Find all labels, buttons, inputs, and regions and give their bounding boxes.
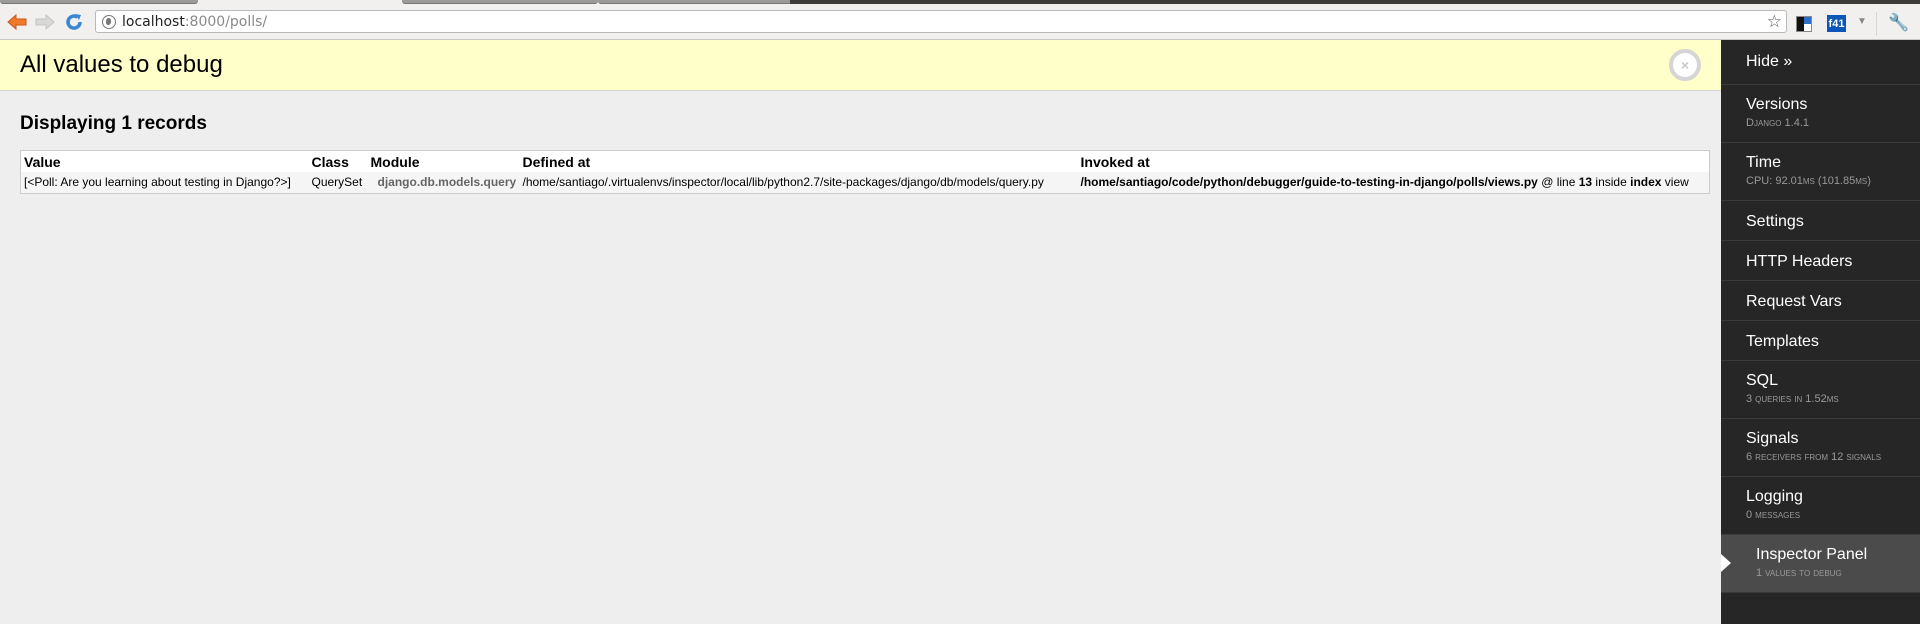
cell-value: [<Poll: Are you learning about testing i… [20, 172, 309, 194]
table-header-row: Value Class Module Defined at Invoked at [20, 150, 1710, 172]
column-header-module: Module [367, 150, 520, 172]
column-header-class: Class [308, 150, 368, 172]
sidebar-item-label: HTTP Headers [1746, 253, 1853, 270]
hide-label: Hide » [1746, 53, 1793, 70]
column-header-defined-at: Defined at [519, 150, 1078, 172]
sidebar-item-request-vars[interactable]: Request Vars [1721, 281, 1920, 321]
debug-values-table: Value Class Module Defined at Invoked at… [20, 150, 1710, 194]
cell-defined-at: /home/santiago/.virtualenvs/inspector/lo… [519, 172, 1078, 194]
extension-icon[interactable] [1796, 16, 1812, 32]
f41-extension-icon[interactable]: f41 [1827, 15, 1846, 32]
column-header-invoked-at: Invoked at [1077, 150, 1710, 172]
sidebar-item-signals[interactable]: Signals 6 receivers from 12 signals [1721, 419, 1920, 477]
sidebar-item-subtitle: 6 receivers from 12 signals [1746, 451, 1882, 463]
records-count-heading: Displaying 1 records [20, 113, 207, 134]
bookmark-star-icon[interactable]: ☆ [1767, 12, 1782, 32]
chevron-down-icon[interactable]: ▼ [1857, 16, 1867, 27]
debug-toolbar-sidebar: Hide » Versions Django 1.4.1 Time CPU: 9… [1721, 40, 1920, 624]
sidebar-item-versions[interactable]: Versions Django 1.4.1 [1721, 85, 1920, 143]
hide-toolbar-button[interactable]: Hide » [1721, 40, 1920, 85]
panel-title: All values to debug [20, 51, 223, 78]
sidebar-item-logging[interactable]: Logging 0 messages [1721, 477, 1920, 535]
toolbar-divider [1876, 12, 1877, 36]
sidebar-item-subtitle: 1 values to debug [1756, 567, 1842, 579]
page-content: All values to debug × Displaying 1 recor… [0, 40, 1721, 624]
cell-module: django.db.models.query [367, 172, 520, 194]
column-header-value: Value [20, 150, 309, 172]
url-host: localhost [122, 13, 185, 30]
invoked-view-text: view [1661, 175, 1689, 189]
browser-toolbar: localhost:8000/polls/ ☆ f41 ▼ 🔧 [0, 4, 1920, 40]
sidebar-item-subtitle: 3 queries in 1.52ms [1746, 393, 1839, 405]
sidebar-item-settings[interactable]: Settings [1721, 201, 1920, 241]
sidebar-item-subtitle: Django 1.4.1 [1746, 117, 1810, 129]
invoked-path: /home/santiago/code/python/debugger/guid… [1080, 175, 1538, 189]
reload-button[interactable] [63, 11, 85, 33]
sidebar-item-label: Request Vars [1746, 293, 1842, 310]
sidebar-item-inspector-panel[interactable]: Inspector Panel 1 values to debug [1721, 535, 1920, 593]
sidebar-item-label: Versions [1746, 96, 1808, 113]
sidebar-item-subtitle: CPU: 92.01ms (101.85ms) [1746, 175, 1871, 187]
sidebar-item-time[interactable]: Time CPU: 92.01ms (101.85ms) [1721, 143, 1920, 201]
globe-icon [102, 14, 116, 29]
extension-label: f41 [1828, 17, 1845, 30]
forward-arrow-icon [35, 14, 55, 30]
invoked-at-text: @ line [1537, 175, 1579, 189]
sidebar-item-label: SQL [1746, 372, 1779, 389]
sidebar-item-http-headers[interactable]: HTTP Headers [1721, 241, 1920, 281]
sidebar-item-sql[interactable]: SQL 3 queries in 1.52ms [1721, 361, 1920, 419]
invoked-view: index [1630, 175, 1662, 189]
sidebar-item-label: Signals [1746, 430, 1799, 447]
sidebar-item-templates[interactable]: Templates [1721, 321, 1920, 361]
sidebar-item-label: Logging [1746, 488, 1803, 505]
sidebar-item-label: Settings [1746, 213, 1804, 230]
back-arrow-icon [7, 14, 27, 30]
url-path: :8000/polls/ [184, 13, 268, 30]
forward-button[interactable] [34, 11, 56, 33]
sidebar-item-label: Inspector Panel [1756, 546, 1868, 563]
address-bar[interactable]: localhost:8000/polls/ ☆ [95, 10, 1787, 33]
table-row: [<Poll: Are you learning about testing i… [20, 172, 1710, 194]
cell-class: QuerySet [308, 172, 368, 194]
invoked-line: 13 [1578, 175, 1593, 189]
sidebar-item-label: Time [1746, 154, 1781, 171]
cell-invoked-at: /home/santiago/code/python/debugger/guid… [1077, 172, 1710, 194]
close-panel-button[interactable]: × [1669, 49, 1701, 81]
back-button[interactable] [6, 11, 28, 33]
close-icon: × [1680, 57, 1690, 73]
panel-header: All values to debug × [0, 40, 1721, 91]
invoked-inside-text: inside [1592, 175, 1631, 189]
sidebar-item-subtitle: 0 messages [1746, 509, 1801, 521]
wrench-icon[interactable]: 🔧 [1888, 13, 1909, 33]
reload-icon [66, 14, 82, 30]
sidebar-item-label: Templates [1746, 333, 1819, 350]
url-text: localhost:8000/polls/ [122, 14, 267, 30]
